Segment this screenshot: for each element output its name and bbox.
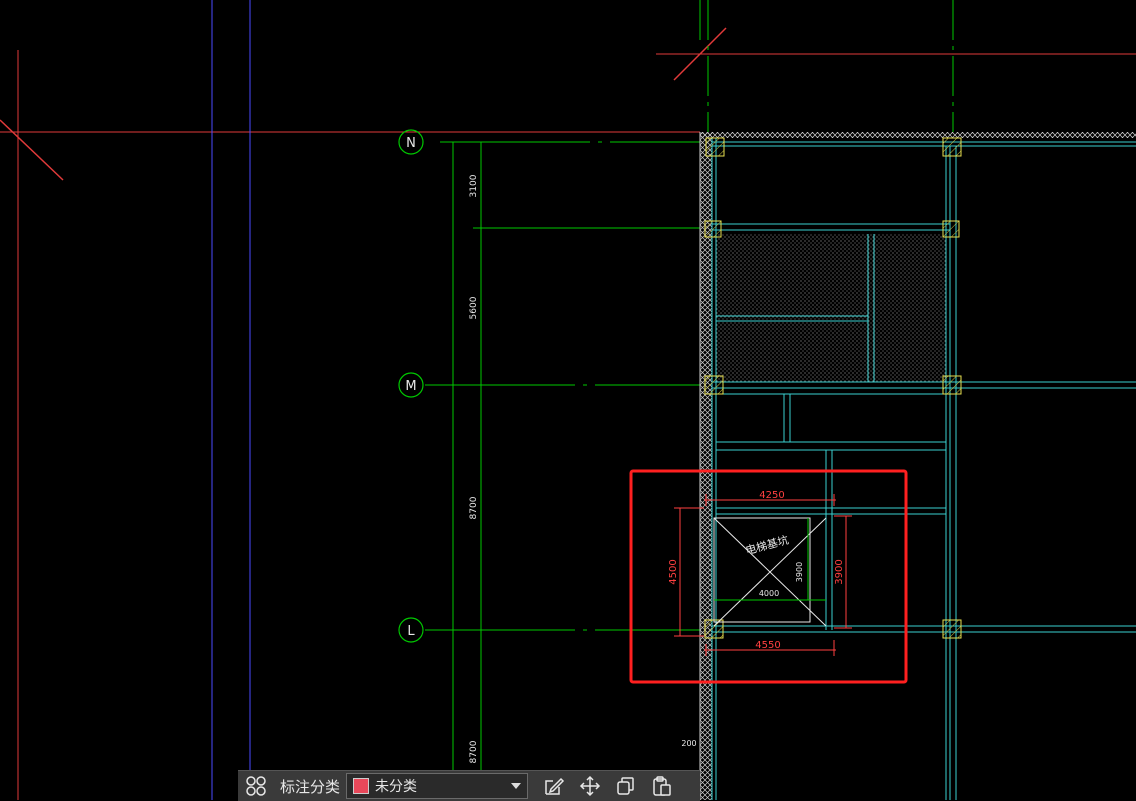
dim-label: 8700 <box>469 496 479 519</box>
axis-label-l: L <box>407 624 415 639</box>
walls <box>699 132 1136 800</box>
chevron-down-icon <box>511 783 522 789</box>
axis-bubble-m[interactable]: M <box>398 372 424 398</box>
copy-icon[interactable] <box>608 771 644 801</box>
dim-label: 5600 <box>469 296 479 319</box>
slab-hatch-area <box>716 234 946 382</box>
dim-top: 4250 <box>759 490 784 501</box>
category-select[interactable]: 未分类 <box>346 773 529 799</box>
category-swatch <box>353 778 370 794</box>
grid-icon[interactable] <box>238 771 274 801</box>
dim-label: 3100 <box>469 174 479 197</box>
dim-bottom: 4550 <box>755 640 780 651</box>
elevator-title: 电梯基坑 <box>744 533 790 558</box>
edit-icon[interactable] <box>536 771 572 801</box>
toolbar-label: 标注分类 <box>280 777 341 796</box>
axis-label-n: N <box>406 136 416 151</box>
annotation-toolbar: 标注分类 未分类 <box>238 770 700 801</box>
dim-left: 4500 <box>668 559 679 584</box>
paste-icon[interactable] <box>644 771 680 801</box>
elevator-pit[interactable]: 电梯基坑 3900 4000 <box>713 517 827 627</box>
category-value: 未分类 <box>375 779 418 795</box>
axis-bubble-l[interactable]: L <box>398 617 424 643</box>
move-icon[interactable] <box>572 771 608 801</box>
small-dim-label: 200 <box>681 739 696 748</box>
cad-drawing-canvas[interactable]: 3100 5600 8700 8700 N M L 电梯基坑 3900 4000… <box>0 0 1136 800</box>
reference-lines <box>0 0 1136 800</box>
elevator-inner-dim-right: 3900 <box>795 562 804 582</box>
annotation-dimensions[interactable]: 4250 4550 4500 3900 <box>668 490 852 656</box>
axis-label-m: M <box>405 379 416 394</box>
axis-bubble-n[interactable]: N <box>398 129 424 155</box>
elevator-inner-dim-bottom: 4000 <box>759 589 779 598</box>
dim-right: 3900 <box>834 559 845 584</box>
dim-label: 8700 <box>469 740 479 763</box>
